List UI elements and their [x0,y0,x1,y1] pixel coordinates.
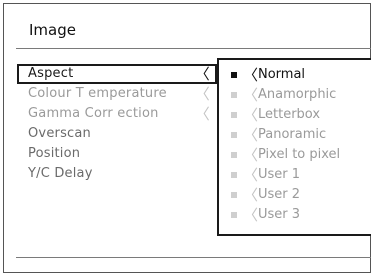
option-label: Letterbox [258,107,321,122]
option-label: Anamorphic [258,87,337,102]
option-label: Pixel to pixel [258,147,341,162]
chevron-left-icon: 〈 [243,206,259,224]
menu-item-label: Aspect [28,66,74,81]
menu-item-label: Colour T emperature [28,86,167,101]
square-icon [231,172,237,178]
chevron-left-icon: 〈 [243,186,259,204]
menu-item-overscan[interactable]: Overscan [17,124,217,144]
aspect-option-user-3[interactable]: 〈 User 3 [227,205,371,225]
aspect-option-anamorphic[interactable]: 〈 Anamorphic [227,85,371,105]
menu-item-label: Y/C Delay [28,166,93,181]
chevron-left-icon: 〈 [243,106,259,124]
menu-item-colour-temperature[interactable]: Colour T emperature 〈 [17,84,217,104]
menu-item-label: Gamma Corr ection [28,106,159,121]
menu-item-position[interactable]: Position [17,144,217,164]
option-label: User 3 [258,207,301,222]
chevron-left-icon: 〈 [194,65,210,83]
aspect-options-list: 〈 Normal 〈 Anamorphic 〈 Letterbox 〈 Pano… [227,65,371,225]
menu-item-label: Position [28,146,81,161]
aspect-option-pixel-to-pixel[interactable]: 〈 Pixel to pixel [227,145,371,165]
chevron-left-icon: 〈 [194,105,210,123]
square-icon [231,132,237,138]
menu-item-aspect[interactable]: Aspect 〈 [17,64,217,84]
option-label: Normal [258,67,306,82]
menu-item-label: Overscan [28,126,91,141]
square-icon [231,212,237,218]
chevron-left-icon: 〈 [243,166,259,184]
chevron-left-icon: 〈 [243,86,259,104]
menu-title: Image [29,21,76,39]
aspect-option-normal[interactable]: 〈 Normal [227,65,371,85]
square-icon [231,192,237,198]
aspect-option-letterbox[interactable]: 〈 Letterbox [227,105,371,125]
aspect-option-user-1[interactable]: 〈 User 1 [227,165,371,185]
square-icon [231,92,237,98]
title-divider [16,48,371,49]
square-icon [231,152,237,158]
chevron-left-icon: 〈 [243,66,259,84]
menu-item-gamma-correction[interactable]: Gamma Corr ection 〈 [17,104,217,124]
menu-item-yc-delay[interactable]: Y/C Delay [17,164,217,184]
square-icon [231,112,237,118]
chevron-left-icon: 〈 [194,85,210,103]
chevron-left-icon: 〈 [243,146,259,164]
option-label: User 1 [258,167,301,182]
main-menu-list: Aspect 〈 Colour T emperature 〈 Gamma Cor… [17,64,217,184]
aspect-option-user-2[interactable]: 〈 User 2 [227,185,371,205]
option-label: Panoramic [258,127,327,142]
option-label: User 2 [258,187,301,202]
selected-square-icon [231,72,237,78]
chevron-left-icon: 〈 [243,126,259,144]
bottom-divider [16,257,371,258]
aspect-submenu-panel: 〈 Normal 〈 Anamorphic 〈 Letterbox 〈 Pano… [217,58,371,236]
aspect-option-panoramic[interactable]: 〈 Panoramic [227,125,371,145]
